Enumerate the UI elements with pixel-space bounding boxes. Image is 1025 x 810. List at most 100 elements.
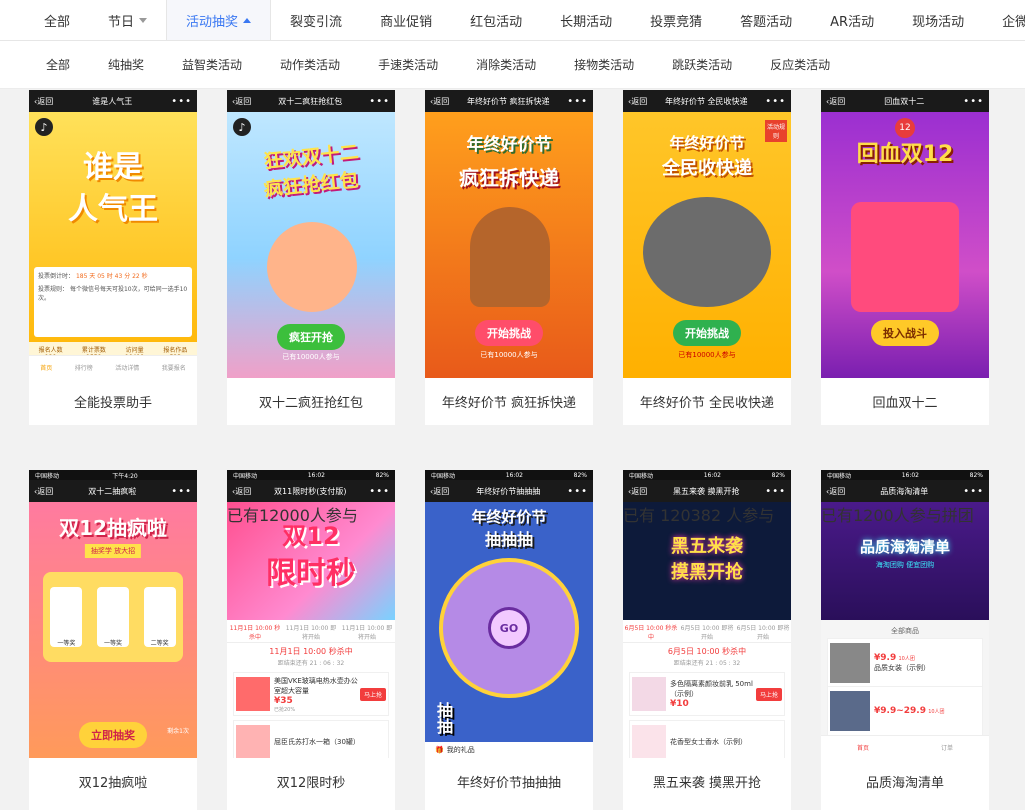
poster: 品质海淘清单 海淘团购 便宜团购 已有1200人参与拼团: [821, 502, 989, 620]
start-button: 投入战斗: [871, 320, 939, 346]
sale-title: 6月5日 10:00 秒杀中: [667, 647, 747, 656]
tab-label: 答题活动: [740, 14, 793, 30]
timeslot: 6月5日 10:00 即将开始: [736, 625, 790, 641]
preview-tabbar: 首页 排行榜 活动详情 我要报名: [29, 355, 197, 378]
template-card[interactable]: 中国移动 下午4:20 ‹返回 双十二抽疯啦 ••• 双12抽疯啦 抽奖学 放大招…: [29, 470, 197, 810]
product-name: 花香型女士香水（示例）: [670, 738, 747, 746]
back-button: ‹返回: [34, 96, 54, 106]
poster: ♪ 狂欢双十二 疯狂抢红包 疯狂开抢 已有10000人参与: [227, 112, 395, 378]
participants-text: 已有 120382 人参与: [623, 506, 775, 525]
poster: ♪ 谁是 人气王 投票倒计时： 185 天 05 时 43 分 22 秒 投票规…: [29, 112, 197, 378]
timeslot: 6月5日 10:00 即将开始: [680, 625, 734, 641]
subtab-match[interactable]: 消除类活动: [457, 56, 555, 73]
tab-onsite[interactable]: 现场活动: [893, 0, 983, 40]
product-thumb: [830, 643, 870, 683]
preview-title: 年终好价节 疯狂拆快递: [466, 96, 550, 106]
tab-quiz[interactable]: 答题活动: [721, 0, 811, 40]
sale-countdown: 距结束还有 21 : 05 : 32: [673, 660, 741, 667]
start-button: 开始挑战: [673, 320, 741, 346]
timeslot: 11月1日 10:00 秒杀中: [229, 625, 281, 641]
product-price: ¥9.9: [874, 653, 897, 663]
template-card[interactable]: ‹返回 双十二疯狂抢红包 ••• ♪ 狂欢双十二 疯狂抢红包 疯狂开抢 已有10…: [227, 90, 395, 425]
tab-ar[interactable]: AR活动: [811, 0, 893, 40]
sale-title: 11月1日 10:00 秒杀中: [269, 647, 353, 656]
tab-fission[interactable]: 裂变引流: [271, 0, 361, 40]
music-icon: ♪: [233, 118, 251, 136]
template-card[interactable]: 中国移动 16:02 82% ‹返回 年终好价节抽抽抽 ••• 年终好价节 抽抽抽 …: [425, 470, 593, 810]
sub-category-nav: 全部 纯抽奖 益智类活动 动作类活动 手速类活动 消除类活动 接物类活动 跳跃类…: [0, 41, 1025, 89]
prize-wheel: GO: [439, 558, 579, 698]
tabbar-item: 首页: [856, 744, 869, 752]
tab-festival[interactable]: 节日: [89, 0, 166, 40]
chevron-up-icon: [243, 17, 252, 23]
template-preview: ‹返回 回血双十二 ••• 12 回血双12 投入战斗: [821, 90, 989, 378]
subtab-jump[interactable]: 跳跃类活动: [653, 56, 751, 73]
template-caption: 双十二疯狂抢红包: [258, 396, 363, 411]
back-button: ‹返回: [628, 486, 648, 496]
tab-label: 长期活动: [560, 14, 613, 30]
subtab-reaction[interactable]: 反应类活动: [751, 56, 849, 73]
participants-text: 已有10000人参与: [282, 353, 340, 361]
tab-promotion[interactable]: 商业促销: [361, 0, 451, 40]
gift-icon: 🎁: [435, 746, 444, 754]
subtab-speed[interactable]: 手速类活动: [359, 56, 457, 73]
poster: 双12 限时秒 已有12000人参与: [227, 502, 395, 620]
preview-title: 回血双十二: [884, 96, 925, 106]
preview-titlebar: ‹返回 回血双十二 •••: [821, 90, 989, 112]
subtab-all[interactable]: 全部: [27, 56, 89, 73]
tab-lottery[interactable]: 活动抽奖: [166, 0, 272, 40]
preview-tabbar: 首页 订单: [821, 735, 989, 758]
more-icon: •••: [963, 95, 984, 107]
poster-headline: 双12抽疯啦: [59, 516, 167, 540]
template-preview: ‹返回 年终好价节 疯狂拆快递 ••• 年终好价节 疯狂拆快递 开始挑战 已有1…: [425, 90, 593, 378]
tab-all[interactable]: 全部: [25, 0, 89, 40]
poster: 双12抽疯啦 抽奖学 放大招 一等奖 一等奖 二等奖 立即抽奖 剩余1次: [29, 502, 197, 758]
tab-label: 现场活动: [912, 14, 965, 30]
slot-machine: 一等奖 一等奖 二等奖: [43, 572, 183, 662]
template-preview: 中国移动 16:02 82% ‹返回 黑五来袭 摸黑开抢 ••• 黑五来袭 摸黑开抢…: [623, 470, 791, 758]
poster-headline: 年终好价节: [669, 134, 745, 152]
subtab-action[interactable]: 动作类活动: [261, 56, 359, 73]
slot-reel: 一等奖: [50, 587, 83, 647]
preview-title: 谁是人气王: [92, 96, 133, 106]
product-name: 品质女装（示例）: [874, 664, 930, 672]
tab-label: 商业促销: [380, 14, 433, 30]
slot-reel: 一等奖: [96, 587, 129, 647]
template-card[interactable]: 中国移动 16:02 82% ‹返回 黑五来袭 摸黑开抢 ••• 黑五来袭 摸黑开抢…: [623, 470, 791, 810]
tab-redpacket[interactable]: 红包活动: [451, 0, 541, 40]
countdown: 185 天 05 时 43 分 22 秒: [75, 273, 148, 280]
tab-longterm[interactable]: 长期活动: [541, 0, 631, 40]
product-row: 美国VKE玻璃电热水壶办公室超大容量 ¥35 已抢20% 马上抢: [233, 672, 389, 716]
tab-label: 企微活动: [1002, 14, 1025, 30]
product-price: ¥9.9~29.9: [874, 706, 926, 716]
template-card[interactable]: ‹返回 年终好价节 疯狂拆快递 ••• 年终好价节 疯狂拆快递 开始挑战 已有1…: [425, 90, 593, 425]
subtab-catch[interactable]: 接物类活动: [555, 56, 653, 73]
tabbar-item: 活动详情: [115, 364, 140, 372]
template-caption: 年终好价节 全民收快递: [639, 396, 775, 411]
top-category-nav: 全部 节日 活动抽奖 裂变引流 商业促销 红包活动 长期活动 投票竞猜 答题活动…: [0, 0, 1025, 41]
poster-headline: 抽抽抽: [484, 530, 533, 549]
template-preview: 中国移动 下午4:20 ‹返回 双十二抽疯啦 ••• 双12抽疯啦 抽奖学 放大招…: [29, 470, 197, 758]
preview-title: 品质海淘清单: [880, 486, 929, 496]
subtab-pure-lottery[interactable]: 纯抽奖: [89, 56, 163, 73]
my-gifts-bar: 🎁 我的礼品: [425, 742, 593, 758]
subtab-puzzle[interactable]: 益智类活动: [163, 56, 261, 73]
template-caption: 双12抽疯啦: [78, 776, 148, 791]
template-card[interactable]: ‹返回 谁是人气王 ••• ♪ 谁是 人气王 投票倒计时： 185 天 05 时…: [29, 90, 197, 425]
participants-text: 已有10000人参与: [480, 351, 538, 359]
product-name: 多色隔离素颜妆前乳 50ml（示例）: [670, 680, 753, 698]
product-thumb: [236, 677, 270, 711]
tab-vote[interactable]: 投票竞猜: [631, 0, 721, 40]
tab-label: AR活动: [830, 14, 875, 30]
template-card[interactable]: 中国移动 16:02 82% ‹返回 品质海淘清单 ••• 品质海淘清单 海淘团购 …: [821, 470, 989, 810]
start-button: 疯狂开抢: [277, 324, 345, 350]
timeslot: 6月5日 10:00 秒杀中: [624, 625, 678, 641]
template-card[interactable]: 中国移动 16:02 82% ‹返回 双11限时秒(支付版) ••• 双12 限时秒…: [227, 470, 395, 810]
participants-text: 已有1200人参与拼团: [821, 506, 974, 525]
template-card[interactable]: ‹返回 年终好价节 全民收快递 ••• 活动规则 年终好价节 全民收快递 开始挑…: [623, 90, 791, 425]
tab-wecom[interactable]: 企微活动: [983, 0, 1025, 40]
poster-headline: 疯狂拆快递: [459, 166, 559, 190]
product-row: 花香型女士香水（示例）: [629, 720, 785, 758]
template-card[interactable]: ‹返回 回血双十二 ••• 12 回血双12 投入战斗 回血双十二: [821, 90, 989, 425]
back-button: ‹返回: [232, 96, 252, 106]
